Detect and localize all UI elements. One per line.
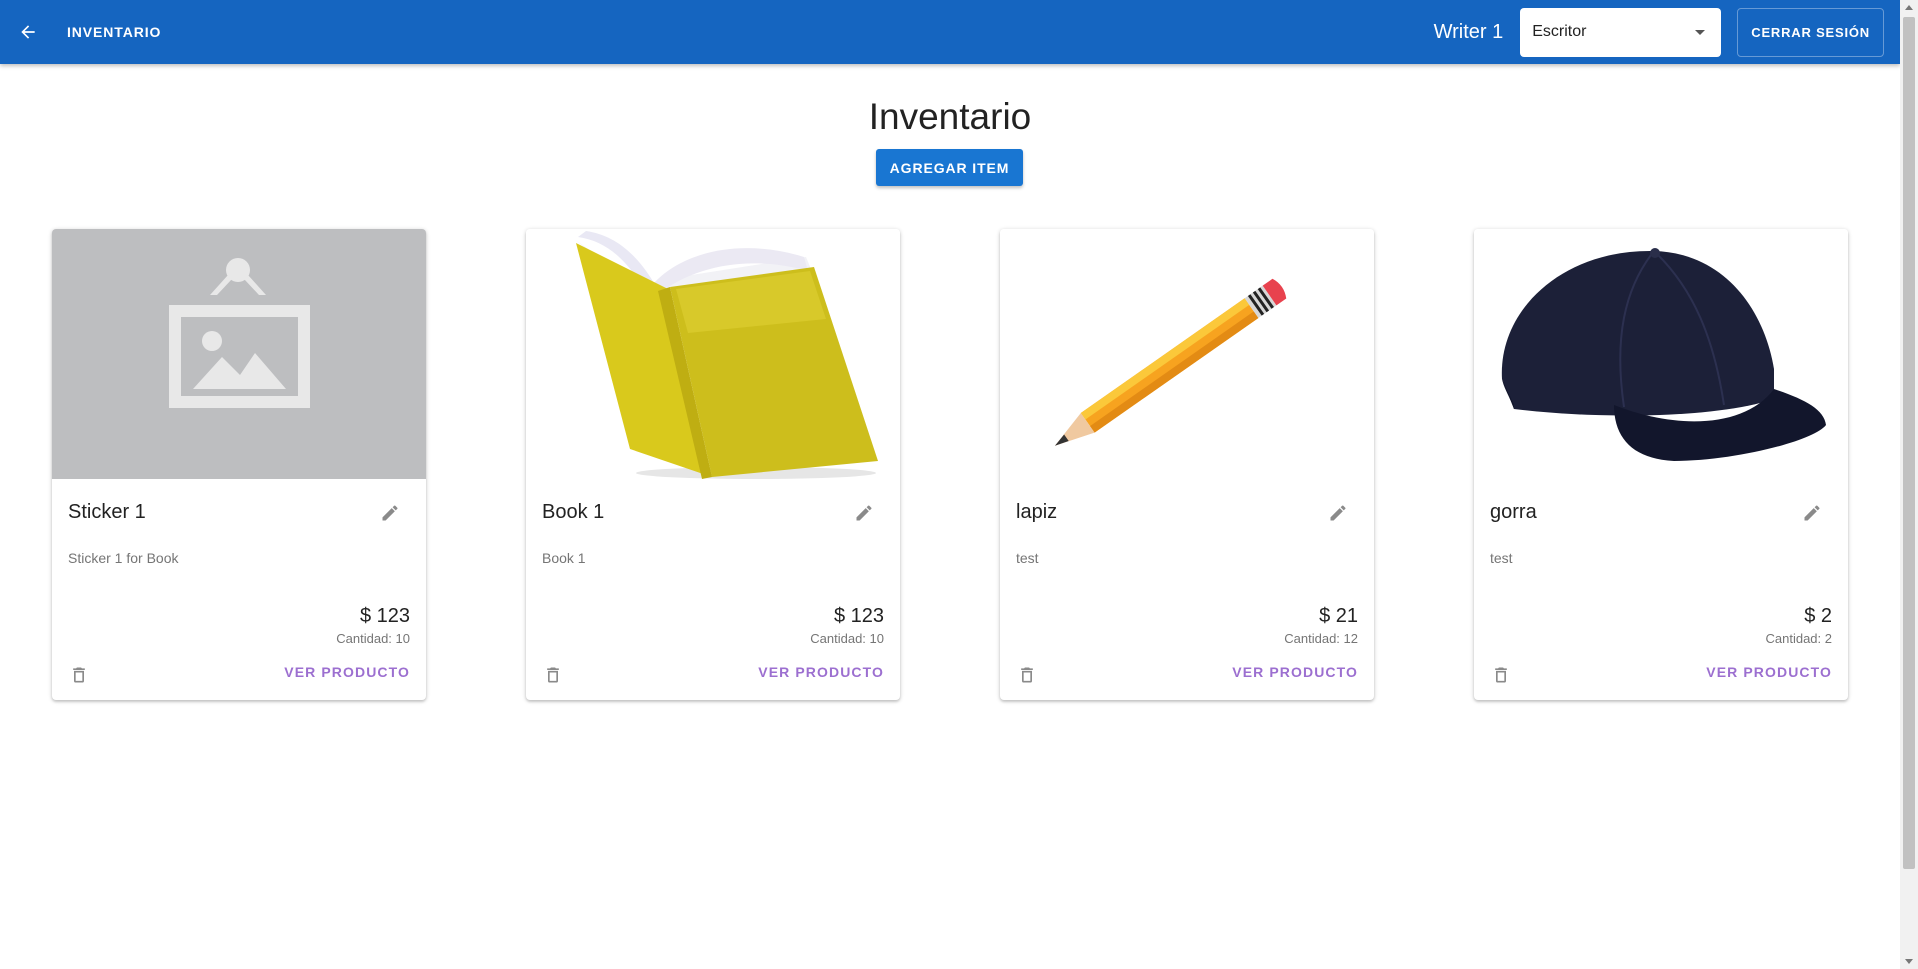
product-quantity: Cantidad: 12 xyxy=(1284,631,1358,646)
trash-icon[interactable] xyxy=(540,662,566,688)
edit-pencil-icon[interactable] xyxy=(376,499,404,527)
view-product-button[interactable]: VER PRODUCTO xyxy=(758,664,884,680)
view-product-button[interactable]: VER PRODUCTO xyxy=(284,664,410,680)
view-product-button[interactable]: VER PRODUCTO xyxy=(1706,664,1832,680)
product-name: Book 1 xyxy=(542,501,605,523)
product-price: $ 2 xyxy=(1804,605,1832,627)
product-name: gorra xyxy=(1490,501,1537,523)
product-card: Sticker 1 Sticker 1 for Book $ 123 Canti… xyxy=(52,229,426,700)
app-bar: INVENTARIO Writer 1 Escritor CERRAR SESI… xyxy=(0,0,1900,64)
back-arrow-icon[interactable] xyxy=(14,18,42,46)
add-item-button[interactable]: AGREGAR ITEM xyxy=(876,149,1023,186)
product-description: test xyxy=(1490,550,1513,566)
trash-icon[interactable] xyxy=(1014,662,1040,688)
scrollbar-thumb[interactable] xyxy=(1903,17,1915,869)
page-title: Inventario xyxy=(868,96,1032,137)
product-price: $ 123 xyxy=(359,605,410,627)
view-product-button[interactable]: VER PRODUCTO xyxy=(1232,664,1358,680)
placeholder-image-icon xyxy=(52,229,426,479)
product-quantity: Cantidad: 2 xyxy=(1765,631,1833,646)
trash-icon[interactable] xyxy=(66,662,92,688)
scroll-down-arrow-icon[interactable] xyxy=(1905,959,1913,964)
trash-icon[interactable] xyxy=(1488,662,1514,688)
chevron-down-icon xyxy=(1695,29,1706,35)
product-card: gorra test $ 2 Cantidad: 2 VER PRODUCTO xyxy=(1474,229,1848,700)
app-title: INVENTARIO xyxy=(67,24,162,40)
logout-button[interactable]: CERRAR SESIÓN xyxy=(1737,7,1884,57)
product-image-pencil xyxy=(1000,229,1374,479)
product-name: Sticker 1 xyxy=(68,501,146,523)
edit-pencil-icon[interactable] xyxy=(850,499,878,527)
product-price: $ 21 xyxy=(1319,605,1358,627)
product-image-cap xyxy=(1474,229,1848,479)
product-description: test xyxy=(1016,550,1039,566)
role-select-value: Escritor xyxy=(1532,23,1587,40)
edit-pencil-icon[interactable] xyxy=(1324,499,1352,527)
edit-pencil-icon[interactable] xyxy=(1798,499,1826,527)
scrollbar[interactable] xyxy=(1900,0,1918,969)
role-select[interactable]: Escritor xyxy=(1520,7,1722,57)
product-price: $ 123 xyxy=(833,605,884,627)
product-name: lapiz xyxy=(1016,501,1058,523)
product-card: lapiz test $ 21 Cantidad: 12 VER PRODUCT… xyxy=(1000,229,1374,700)
product-quantity: Cantidad: 10 xyxy=(336,631,410,646)
product-description: Book 1 xyxy=(542,550,586,566)
scroll-up-arrow-icon[interactable] xyxy=(1905,5,1913,10)
user-name: Writer 1 xyxy=(1433,20,1504,43)
product-quantity: Cantidad: 10 xyxy=(810,631,884,646)
product-image-book xyxy=(526,229,900,479)
product-card: Book 1 Book 1 $ 123 Cantidad: 10 VER PRO… xyxy=(526,229,900,700)
product-description: Sticker 1 for Book xyxy=(68,550,179,566)
